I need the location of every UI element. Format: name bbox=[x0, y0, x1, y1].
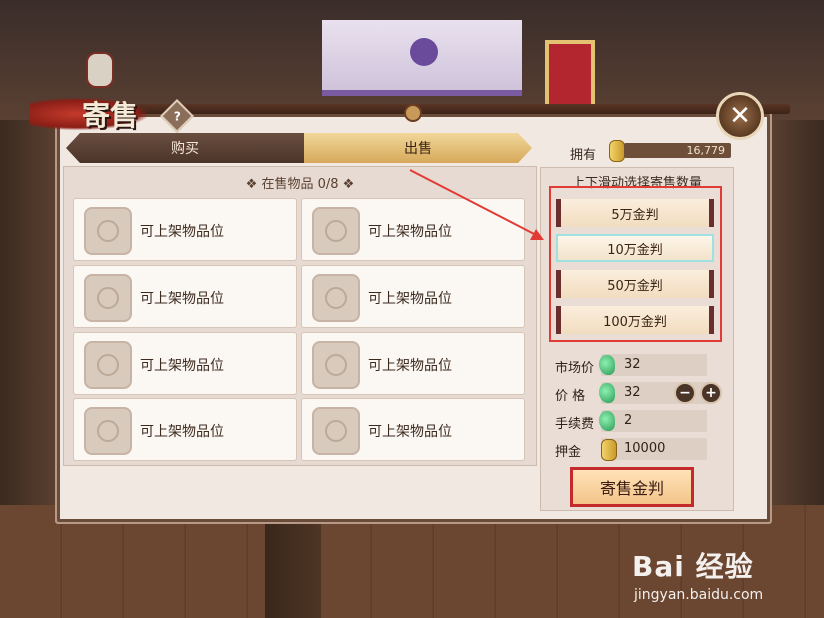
price-decrease-button[interactable]: − bbox=[674, 382, 696, 404]
slot-item-icon bbox=[84, 207, 132, 255]
background-sign bbox=[545, 40, 595, 114]
consign-gold-label: 寄售金判 bbox=[599, 479, 664, 498]
listing-slot[interactable]: 可上架物品位 bbox=[73, 198, 297, 261]
price-increase-button[interactable]: + bbox=[700, 382, 722, 404]
market-price-value: 32 bbox=[624, 357, 641, 372]
jade-icon bbox=[599, 383, 615, 403]
watermark-url: jingyan.baidu.com bbox=[634, 587, 764, 603]
slot-label: 可上架物品位 bbox=[368, 291, 452, 307]
slot-label: 可上架物品位 bbox=[368, 358, 452, 374]
ornament-right-icon: ❖ bbox=[342, 177, 355, 192]
background-banner bbox=[322, 20, 522, 96]
close-icon: ✕ bbox=[729, 101, 751, 131]
listing-header: ❖ 在售物品 0/8 ❖ bbox=[64, 173, 536, 192]
slot-item-icon bbox=[312, 341, 360, 389]
price-value: 32 bbox=[624, 385, 641, 400]
slot-label: 可上架物品位 bbox=[368, 224, 452, 240]
window-title: 寄售 bbox=[82, 99, 139, 132]
background-pillar-left bbox=[0, 120, 56, 520]
tab-buy-label: 购买 bbox=[171, 141, 199, 157]
listing-slot[interactable]: 可上架物品位 bbox=[73, 265, 297, 328]
background-lantern bbox=[86, 52, 114, 88]
listing-slot[interactable]: 可上架物品位 bbox=[301, 265, 525, 328]
gold-coin-icon bbox=[609, 140, 625, 162]
tab-sell-label: 出售 bbox=[404, 141, 432, 157]
owned-label: 拥有 bbox=[570, 148, 597, 163]
slot-label: 可上架物品位 bbox=[140, 291, 224, 307]
gold-coin-icon bbox=[601, 439, 617, 461]
market-price-bar bbox=[601, 354, 707, 376]
slot-item-icon bbox=[84, 274, 132, 322]
tab-buy[interactable]: 购买 bbox=[66, 133, 304, 163]
listing-count-label: 在售物品 0/8 bbox=[261, 177, 339, 192]
close-button[interactable]: ✕ bbox=[716, 92, 764, 140]
deposit-label: 押金 bbox=[555, 445, 582, 460]
highlight-frame bbox=[549, 186, 722, 342]
slot-label: 可上架物品位 bbox=[140, 224, 224, 240]
owned-value: 16,779 bbox=[624, 143, 731, 158]
slot-item-icon bbox=[84, 341, 132, 389]
ornament-left-icon: ❖ bbox=[245, 177, 262, 192]
price-bar bbox=[601, 382, 713, 404]
panel-gem-icon bbox=[404, 104, 422, 122]
price-label: 价 格 bbox=[555, 389, 586, 404]
slot-item-icon bbox=[312, 274, 360, 322]
listing-slot[interactable]: 可上架物品位 bbox=[301, 398, 525, 461]
help-icon: ? bbox=[173, 109, 181, 123]
watermark-logo: Bai 经验 bbox=[632, 550, 754, 583]
slot-item-icon bbox=[312, 207, 360, 255]
background-pillar-right bbox=[770, 120, 824, 520]
listing-slot[interactable]: 可上架物品位 bbox=[73, 332, 297, 395]
plus-icon: + bbox=[705, 385, 717, 401]
slot-label: 可上架物品位 bbox=[140, 424, 224, 440]
fee-value: 2 bbox=[624, 413, 633, 428]
minus-icon: − bbox=[679, 385, 691, 401]
slot-label: 可上架物品位 bbox=[140, 358, 224, 374]
baidu-watermark: Bai 经验 jingyan.baidu.com bbox=[632, 545, 763, 603]
listing-slot[interactable]: 可上架物品位 bbox=[301, 332, 525, 395]
jade-icon bbox=[599, 355, 615, 375]
deposit-value: 10000 bbox=[624, 441, 666, 456]
background-pillar-center bbox=[265, 520, 321, 618]
tab-sell[interactable]: 出售 bbox=[304, 133, 532, 163]
window-title-box: 寄售 bbox=[30, 92, 148, 134]
consign-gold-button[interactable]: 寄售金判 bbox=[570, 467, 694, 507]
banner-crest-icon bbox=[410, 38, 438, 66]
fee-bar bbox=[601, 410, 707, 432]
slot-item-icon bbox=[84, 407, 132, 455]
slot-item-icon bbox=[312, 407, 360, 455]
market-price-label: 市场价 bbox=[555, 361, 595, 376]
listing-slot[interactable]: 可上架物品位 bbox=[73, 398, 297, 461]
listing-slot[interactable]: 可上架物品位 bbox=[301, 198, 525, 261]
jade-icon bbox=[599, 411, 615, 431]
fee-label: 手续费 bbox=[555, 417, 595, 432]
slot-label: 可上架物品位 bbox=[368, 424, 452, 440]
